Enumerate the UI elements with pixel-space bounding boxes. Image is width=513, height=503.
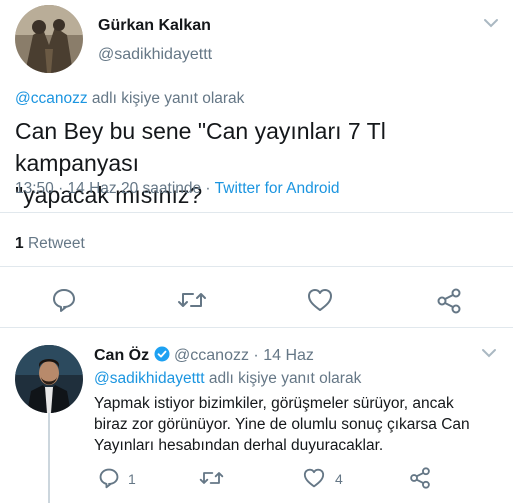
- retweet-count: 1: [15, 235, 24, 252]
- reply-to-suffix: adlı kişiye yanıt olarak: [91, 90, 245, 107]
- share-icon[interactable]: [409, 467, 431, 489]
- share-icon[interactable]: [436, 288, 462, 314]
- reply-reply-context: @sadikhidayettt adlı kişiye yanıt olarak: [94, 370, 361, 388]
- reply-to-mention[interactable]: @sadikhidayettt: [94, 370, 205, 387]
- reply-chevron-down-icon[interactable]: [481, 347, 497, 359]
- reply-text: Yapmak istiyor bizimkiler, görüşmeler sü…: [94, 393, 509, 456]
- reply-context: @ccanozz adlı kişiye yanıt olarak: [15, 90, 244, 108]
- tweet-meta: 13:50 · 14 Haz 20 saatinde · Twitter for…: [15, 180, 340, 198]
- thread-connector-line: [48, 413, 50, 503]
- reply-text-line: Yayınları hesabından derhal duyuracaklar…: [94, 437, 384, 454]
- reply-count: 1: [128, 471, 136, 487]
- like-icon[interactable]: [307, 288, 333, 312]
- like-icon[interactable]: [303, 468, 325, 488]
- reply-author-name[interactable]: Can Öz: [94, 347, 149, 364]
- reply-author-handle[interactable]: @ccanozz: [174, 347, 249, 364]
- reply-to-suffix: adlı kişiye yanıt olarak: [208, 370, 362, 387]
- reply-icon[interactable]: [51, 287, 77, 313]
- tweet-source[interactable]: Twitter for Android: [215, 180, 340, 197]
- reply-author-avatar[interactable]: [15, 345, 83, 413]
- author-name[interactable]: Gürkan Kalkan: [98, 17, 211, 35]
- divider: [0, 212, 513, 213]
- chevron-down-icon[interactable]: [483, 17, 499, 29]
- like-count: 4: [335, 471, 343, 487]
- verified-badge-icon: [154, 346, 170, 362]
- reply-to-mention[interactable]: @ccanozz: [15, 90, 88, 107]
- reply-icon[interactable]: [98, 467, 120, 489]
- divider: [0, 327, 513, 328]
- reply-text-line: biraz zor görünüyor. Yine de olumlu sonu…: [94, 416, 470, 433]
- author-handle[interactable]: @sadikhidayettt: [98, 46, 212, 64]
- reply-header: Can Öz @ccanozz · 14 Haz: [94, 346, 314, 365]
- retweet-icon[interactable]: [199, 468, 224, 488]
- reply-text-line: Yapmak istiyor bizimkiler, görüşmeler sü…: [94, 395, 454, 412]
- retweet-icon[interactable]: [177, 288, 207, 312]
- tweet-timestamp[interactable]: 13:50 · 14 Haz 20 saatinde ·: [15, 180, 211, 197]
- tweet-text-line: Can Bey bu sene "Can yayınları 7 Tl kamp…: [15, 118, 386, 176]
- author-avatar[interactable]: [15, 5, 83, 73]
- reply-date[interactable]: · 14 Haz: [253, 347, 313, 364]
- retweet-label: Retweet: [27, 235, 85, 252]
- retweet-stats[interactable]: 1 Retweet: [15, 235, 85, 253]
- divider: [0, 266, 513, 267]
